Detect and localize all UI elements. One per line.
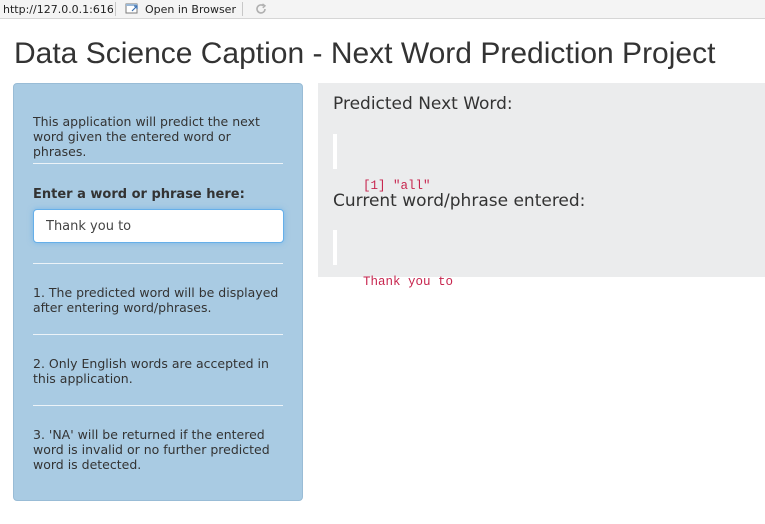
note-2: 2. Only English words are accepted in th… (33, 356, 269, 386)
open-in-browser-button[interactable]: Open in Browser (121, 0, 240, 19)
note-1: 1. The predicted word will be displayed … (33, 285, 279, 315)
toolbar-divider (241, 2, 243, 16)
main-panel: Predicted Next Word: [1] "all" Current w… (318, 83, 765, 289)
word-input[interactable] (33, 209, 284, 243)
divider (33, 405, 283, 406)
input-label: Enter a word or phrase here: (33, 187, 245, 202)
browser-toolbar: http://127.0.0.1:6169 Open in Browser (0, 0, 765, 19)
open-in-browser-label: Open in Browser (145, 2, 236, 16)
current-output-text: Thank you to (363, 275, 454, 289)
current-heading: Current word/phrase entered: (333, 191, 586, 211)
toolbar-divider (115, 2, 116, 16)
divider (33, 163, 283, 164)
divider (33, 263, 283, 264)
note-3: 3. 'NA' will be returned if the entered … (33, 427, 270, 472)
predicted-output: [1] "all" (333, 134, 753, 193)
current-output: Thank you to (333, 230, 753, 289)
sidebar-panel: This application will predict the next w… (13, 83, 303, 501)
intro-text: This application will predict the next w… (33, 114, 260, 159)
divider (33, 334, 283, 335)
predicted-heading: Predicted Next Word: (333, 94, 513, 114)
open-in-browser-icon (125, 2, 139, 17)
refresh-icon[interactable] (254, 2, 268, 16)
page-title: Data Science Caption - Next Word Predict… (14, 37, 716, 70)
url-display[interactable]: http://127.0.0.1:6169 (0, 3, 113, 16)
